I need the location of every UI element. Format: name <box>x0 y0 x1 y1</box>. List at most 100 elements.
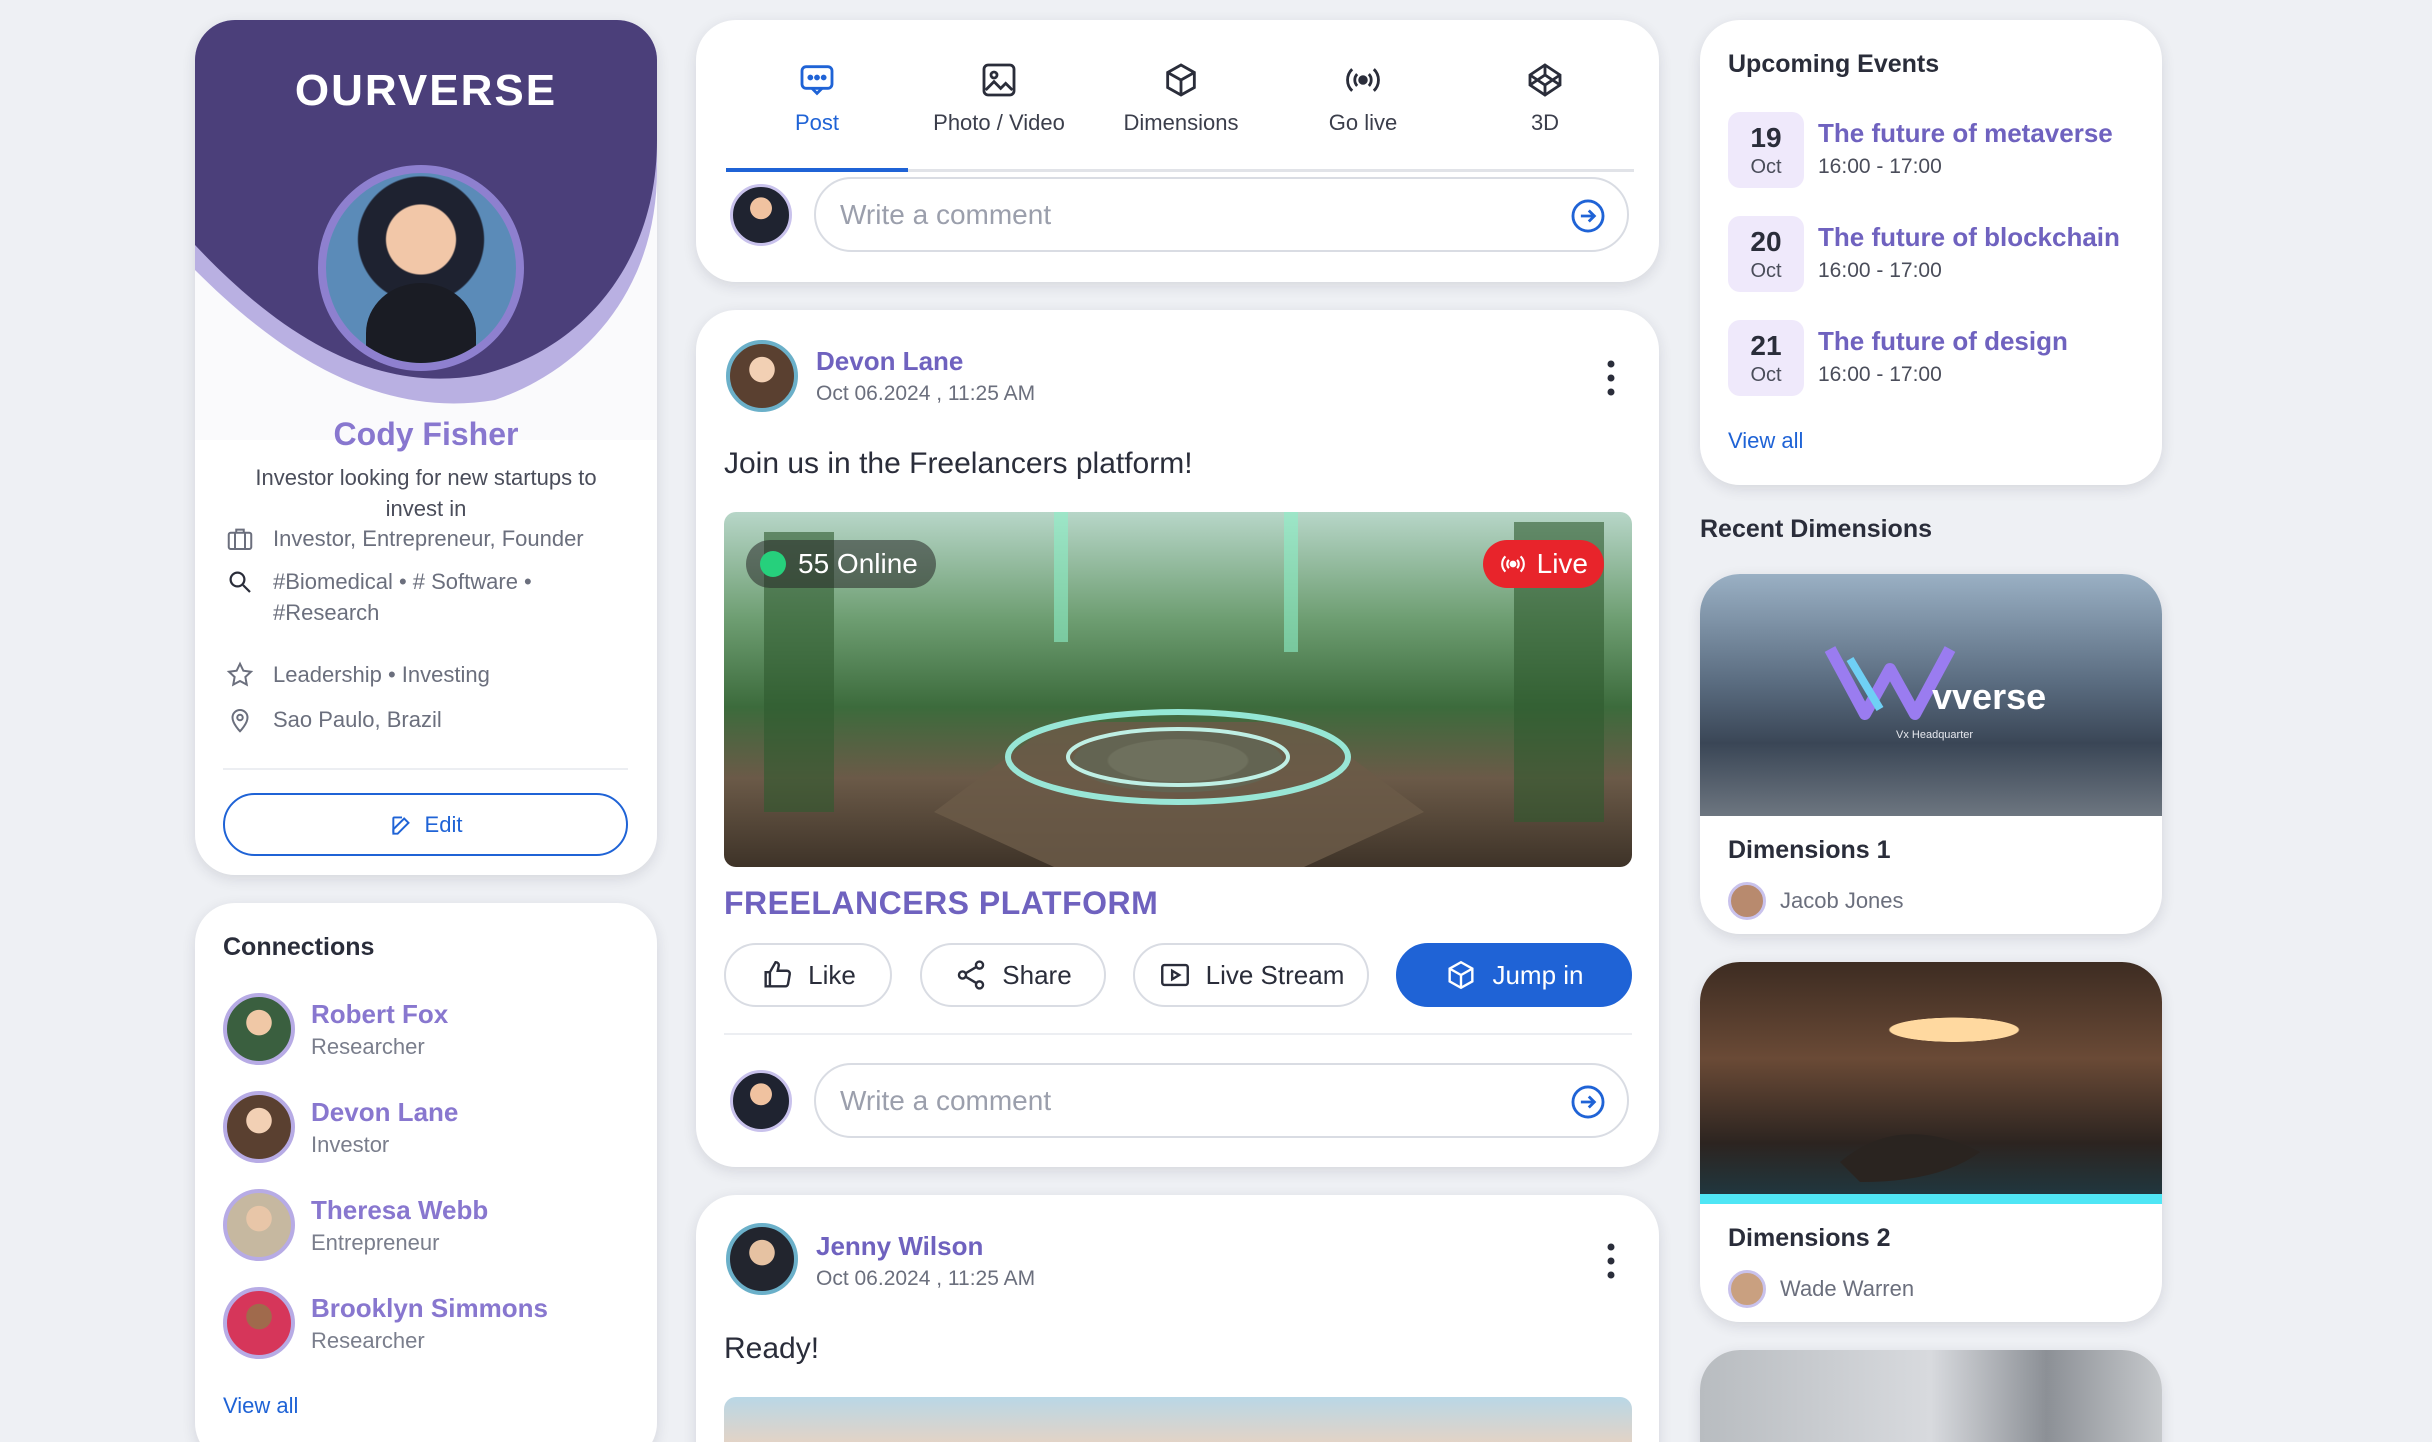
owner-avatar <box>1728 1270 1766 1308</box>
vverse-logo-illustration <box>1824 646 1956 720</box>
connections-title: Connections <box>223 933 375 961</box>
event-item[interactable]: 19 Oct The future of metaverse 16:00 - 1… <box>1728 112 2113 188</box>
event-date: 21 Oct <box>1728 320 1804 396</box>
event-day: 21 <box>1750 329 1782 361</box>
jump-in-button[interactable]: Jump in <box>1396 943 1632 1007</box>
tab-go-live[interactable]: Go live <box>1272 60 1454 136</box>
event-item[interactable]: 21 Oct The future of design 16:00 - 17:0… <box>1728 320 2068 396</box>
profile-avatar[interactable] <box>318 165 524 371</box>
chat-bubble-icon <box>797 60 837 100</box>
dimension-image-text: vverse <box>1932 676 2047 717</box>
video-play-icon <box>1158 958 1192 992</box>
events-view-all-link[interactable]: View all <box>1728 428 1803 454</box>
tab-dimensions-label: Dimensions <box>1123 110 1239 135</box>
profile-interests-row: #Biomedical • # Software • #Research <box>225 566 625 628</box>
profile-divider <box>223 768 628 770</box>
profile-location-row: Sao Paulo, Brazil <box>225 704 625 735</box>
post-divider <box>724 1033 1632 1035</box>
event-title[interactable]: The future of design <box>1818 326 2068 357</box>
connection-name[interactable]: Devon Lane <box>311 1097 458 1128</box>
post-author-avatar[interactable] <box>726 1223 798 1295</box>
online-status-dot <box>760 551 786 577</box>
dimension-card[interactable]: vverse Vx Headquarter Dimensions 1 Jacob… <box>1700 574 2162 934</box>
profile-interests: #Biomedical • # Software • #Research <box>273 569 532 625</box>
dimension-owner-name: Jacob Jones <box>1780 888 1904 913</box>
like-button[interactable]: Like <box>724 943 892 1007</box>
live-label: Live <box>1536 548 1588 579</box>
share-label: Share <box>1002 959 1072 990</box>
share-button[interactable]: Share <box>920 943 1106 1007</box>
live-broadcast-icon <box>1499 550 1527 578</box>
event-day: 20 <box>1750 225 1782 257</box>
post-author-name[interactable]: Jenny Wilson <box>816 1231 983 1262</box>
dimension-title[interactable]: Dimensions 1 <box>1728 836 1891 865</box>
connection-item[interactable]: Theresa Webb Entrepreneur <box>223 1189 488 1261</box>
event-date: 19 Oct <box>1728 112 1804 188</box>
connection-role: Researcher <box>311 1327 425 1353</box>
more-options-icon[interactable] <box>1603 1241 1619 1281</box>
event-time: 16:00 - 17:00 <box>1818 259 1942 282</box>
connection-name[interactable]: Theresa Webb <box>311 1195 488 1226</box>
event-title[interactable]: The future of blockchain <box>1818 222 2120 253</box>
event-item[interactable]: 20 Oct The future of blockchain 16:00 - … <box>1728 216 2120 292</box>
post-author-name[interactable]: Devon Lane <box>816 346 963 377</box>
event-month: Oct <box>1750 363 1782 386</box>
live-stream-button[interactable]: Live Stream <box>1133 943 1369 1007</box>
connection-item[interactable]: Devon Lane Investor <box>223 1091 458 1163</box>
connection-role: Researcher <box>311 1033 425 1059</box>
active-tab-indicator <box>726 168 908 172</box>
connections-view-all-link[interactable]: View all <box>223 1393 298 1419</box>
post-text: Join us in the Freelancers platform! <box>724 447 1193 480</box>
tab-post[interactable]: Post <box>726 60 908 136</box>
tab-dimensions[interactable]: Dimensions <box>1090 60 1272 136</box>
connection-avatar <box>223 993 295 1065</box>
profile-roles: Investor, Entrepreneur, Founder <box>273 526 584 551</box>
more-options-icon[interactable] <box>1603 358 1619 398</box>
composer-comment-input[interactable]: Write a comment <box>814 177 1629 252</box>
comment-placeholder: Write a comment <box>840 198 1052 230</box>
comment-placeholder: Write a comment <box>840 1084 1052 1116</box>
dimension-card[interactable] <box>1700 1350 2162 1442</box>
dimension-thumbnail[interactable] <box>1700 1350 2162 1442</box>
dimension-title[interactable]: Dimensions 2 <box>1728 1224 1891 1253</box>
tab-photo-video[interactable]: Photo / Video <box>908 60 1090 136</box>
dimension-owner: Wade Warren <box>1728 1270 1914 1308</box>
post-comment-input[interactable]: Write a comment <box>814 1063 1629 1138</box>
send-arrow-icon[interactable] <box>1569 1083 1607 1121</box>
broadcast-icon <box>1343 60 1383 100</box>
connection-name[interactable]: Robert Fox <box>311 999 448 1030</box>
connection-avatar <box>223 1189 295 1261</box>
dimension-thumbnail[interactable] <box>1700 962 2162 1204</box>
profile-bio: Investor looking for new startups to inv… <box>255 465 597 521</box>
recent-dimensions-title: Recent Dimensions <box>1700 515 1933 543</box>
tab-3d-label: 3D <box>1530 110 1560 135</box>
tab-3d[interactable]: 3D <box>1454 60 1636 136</box>
event-month: Oct <box>1750 259 1782 282</box>
connection-name[interactable]: Brooklyn Simmons <box>311 1293 548 1324</box>
star-icon <box>225 660 255 690</box>
event-time: 16:00 - 17:00 <box>1818 363 1942 386</box>
upcoming-events-card: Upcoming Events 19 Oct The future of met… <box>1700 20 2162 485</box>
profile-card: OURVERSE Cody Fisher Investor looking fo… <box>195 20 657 875</box>
post-text: Ready! <box>724 1332 820 1365</box>
edit-profile-button[interactable]: Edit <box>223 793 628 856</box>
post-media-image[interactable] <box>724 1397 1632 1442</box>
current-user-avatar <box>730 1069 792 1132</box>
tab-post-label: Post <box>794 110 840 135</box>
event-title[interactable]: The future of metaverse <box>1818 118 2113 149</box>
post-media-image[interactable]: 55 Online Live <box>724 512 1632 867</box>
search-icon <box>225 567 255 597</box>
post-composer: Post Photo / Video Dimensions Go live 3D… <box>696 20 1659 282</box>
connection-item[interactable]: Brooklyn Simmons Researcher <box>223 1287 548 1359</box>
dimension-card[interactable]: Dimensions 2 Wade Warren <box>1700 962 2162 1322</box>
profile-skills: Leadership • Investing <box>273 662 490 687</box>
post-heading: FREELANCERS PLATFORM <box>724 885 1159 921</box>
profile-name: Cody Fisher <box>333 416 519 452</box>
live-badge: Live <box>1482 540 1604 588</box>
post-author-avatar[interactable] <box>726 340 798 412</box>
send-arrow-icon[interactable] <box>1569 197 1607 235</box>
dimension-thumbnail[interactable]: vverse Vx Headquarter <box>1700 574 2162 816</box>
like-label: Like <box>808 959 856 990</box>
events-title: Upcoming Events <box>1728 50 1940 78</box>
connection-item[interactable]: Robert Fox Researcher <box>223 993 448 1065</box>
